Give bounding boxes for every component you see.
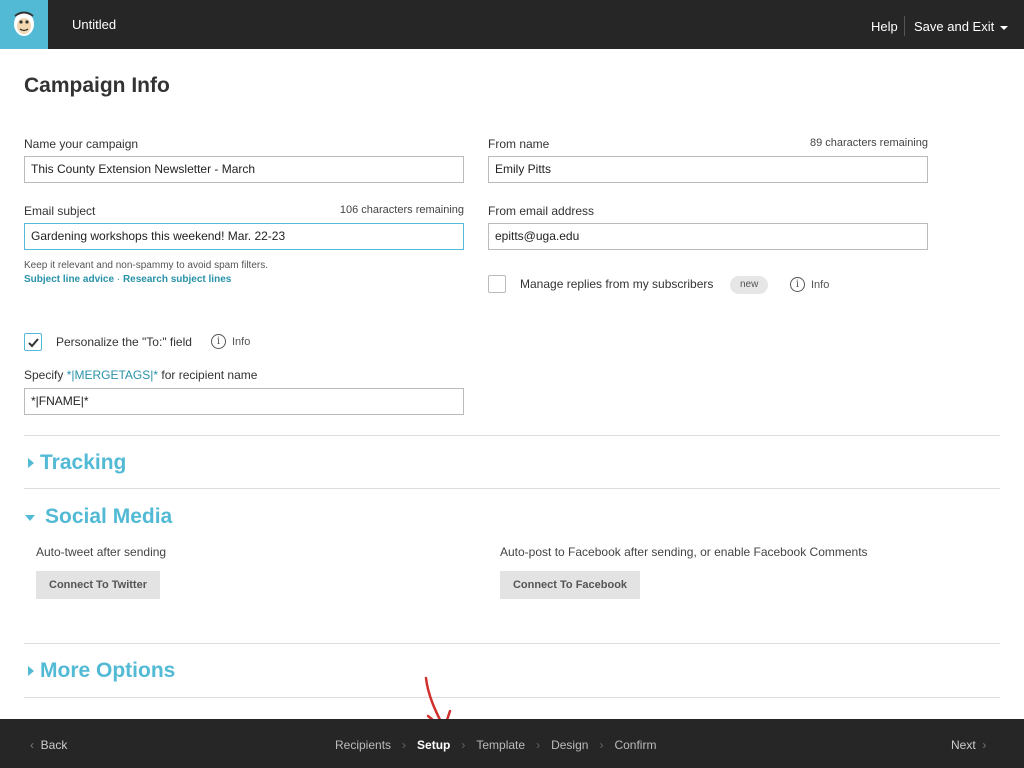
more-options-section-toggle[interactable]: More Options xyxy=(40,659,175,683)
back-label: Back xyxy=(40,738,68,752)
checkmark-icon xyxy=(28,338,39,348)
specify-suffix: for recipient name xyxy=(158,368,258,382)
specify-prefix: Specify xyxy=(24,368,67,382)
top-bar: Untitled Help Save and Exit xyxy=(0,0,1024,49)
step-template[interactable]: Template xyxy=(476,738,525,752)
auto-tweet-label: Auto-tweet after sending xyxy=(36,545,167,559)
email-subject-hint: Keep it relevant and non-spammy to avoid… xyxy=(24,260,269,271)
new-badge: new xyxy=(730,276,769,294)
link-separator: · xyxy=(114,274,123,285)
from-name-label: From name xyxy=(488,137,550,151)
email-subject-input[interactable]: Gardening workshops this weekend! Mar. 2… xyxy=(24,223,464,250)
personalize-info-link[interactable]: Info xyxy=(232,336,250,348)
chevron-right-icon: › xyxy=(461,738,466,752)
from-email-label: From email address xyxy=(488,204,595,218)
divider xyxy=(24,697,1000,698)
from-name-input[interactable]: Emily Pitts xyxy=(488,156,928,183)
mergetags-link[interactable]: *|MERGETAGS|* xyxy=(67,368,158,382)
chevron-left-icon: ‹ xyxy=(30,738,34,752)
next-button[interactable]: Next › xyxy=(951,738,986,752)
personalize-label: Personalize the "To:" field xyxy=(56,335,192,349)
wizard-steps: Recipients › Setup › Template › Design › Confirm xyxy=(335,738,656,752)
from-name-counter: 89 characters remaining xyxy=(809,137,928,149)
auto-post-facebook-label: Auto-post to Facebook after sending, or … xyxy=(500,545,868,559)
tracking-section-toggle[interactable]: Tracking xyxy=(40,451,126,475)
research-subject-lines-link[interactable]: Research subject lines xyxy=(123,274,231,285)
social-media-section-toggle[interactable]: Social Media xyxy=(45,505,172,529)
manage-replies-info-link[interactable]: Info xyxy=(811,279,829,291)
connect-facebook-button[interactable]: Connect To Facebook xyxy=(500,571,640,599)
step-confirm[interactable]: Confirm xyxy=(614,738,656,752)
from-email-input[interactable]: epitts@uga.edu xyxy=(488,223,928,250)
step-setup[interactable]: Setup xyxy=(417,738,450,752)
expand-right-icon[interactable] xyxy=(28,458,34,468)
divider xyxy=(24,643,1000,644)
recipient-name-mergetag-input[interactable]: *|FNAME|* xyxy=(24,388,464,415)
email-subject-counter: 106 characters remaining xyxy=(339,204,464,216)
step-recipients[interactable]: Recipients xyxy=(335,738,391,752)
chimp-logo-icon xyxy=(14,11,34,36)
step-design[interactable]: Design xyxy=(551,738,588,752)
email-subject-label: Email subject xyxy=(24,204,96,218)
wizard-footer: ‹ Back Recipients › Setup › Template › Design ›… xyxy=(0,719,1024,768)
subject-line-advice-link[interactable]: Subject line advice xyxy=(24,274,114,285)
specify-mergetags-label: Specify *|MERGETAGS|* for recipient name xyxy=(24,368,257,382)
save-and-exit-button[interactable]: Save and Exit xyxy=(914,19,1009,34)
personalize-checkbox[interactable] xyxy=(24,333,42,351)
manage-replies-checkbox[interactable] xyxy=(488,275,506,293)
campaign-name-label: Name your campaign xyxy=(24,137,139,151)
manage-replies-label: Manage replies from my subscribers xyxy=(520,277,714,291)
info-icon[interactable]: i xyxy=(790,277,805,292)
help-link[interactable]: Help xyxy=(871,19,898,34)
divider xyxy=(24,488,1000,489)
collapse-down-icon[interactable] xyxy=(25,515,35,521)
chevron-right-icon: › xyxy=(599,738,604,752)
back-button[interactable]: ‹ Back xyxy=(30,738,67,752)
divider xyxy=(24,435,1000,436)
subject-links: Subject line advice · Research subject l… xyxy=(24,274,231,285)
logo[interactable] xyxy=(0,0,48,49)
connect-twitter-button[interactable]: Connect To Twitter xyxy=(36,571,160,599)
campaign-title[interactable]: Untitled xyxy=(72,17,116,32)
chevron-right-icon: › xyxy=(402,738,407,752)
header-divider xyxy=(904,16,905,36)
next-label: Next xyxy=(951,738,976,752)
save-and-exit-label: Save and Exit xyxy=(914,19,995,34)
caret-down-icon xyxy=(1000,25,1009,30)
page-title: Campaign Info xyxy=(24,74,170,97)
campaign-name-input[interactable]: This County Extension Newsletter - March xyxy=(24,156,464,183)
expand-right-icon[interactable] xyxy=(28,666,34,676)
info-icon[interactable]: i xyxy=(211,334,226,349)
chevron-right-icon: › xyxy=(536,738,541,752)
chevron-right-icon: › xyxy=(982,738,987,752)
